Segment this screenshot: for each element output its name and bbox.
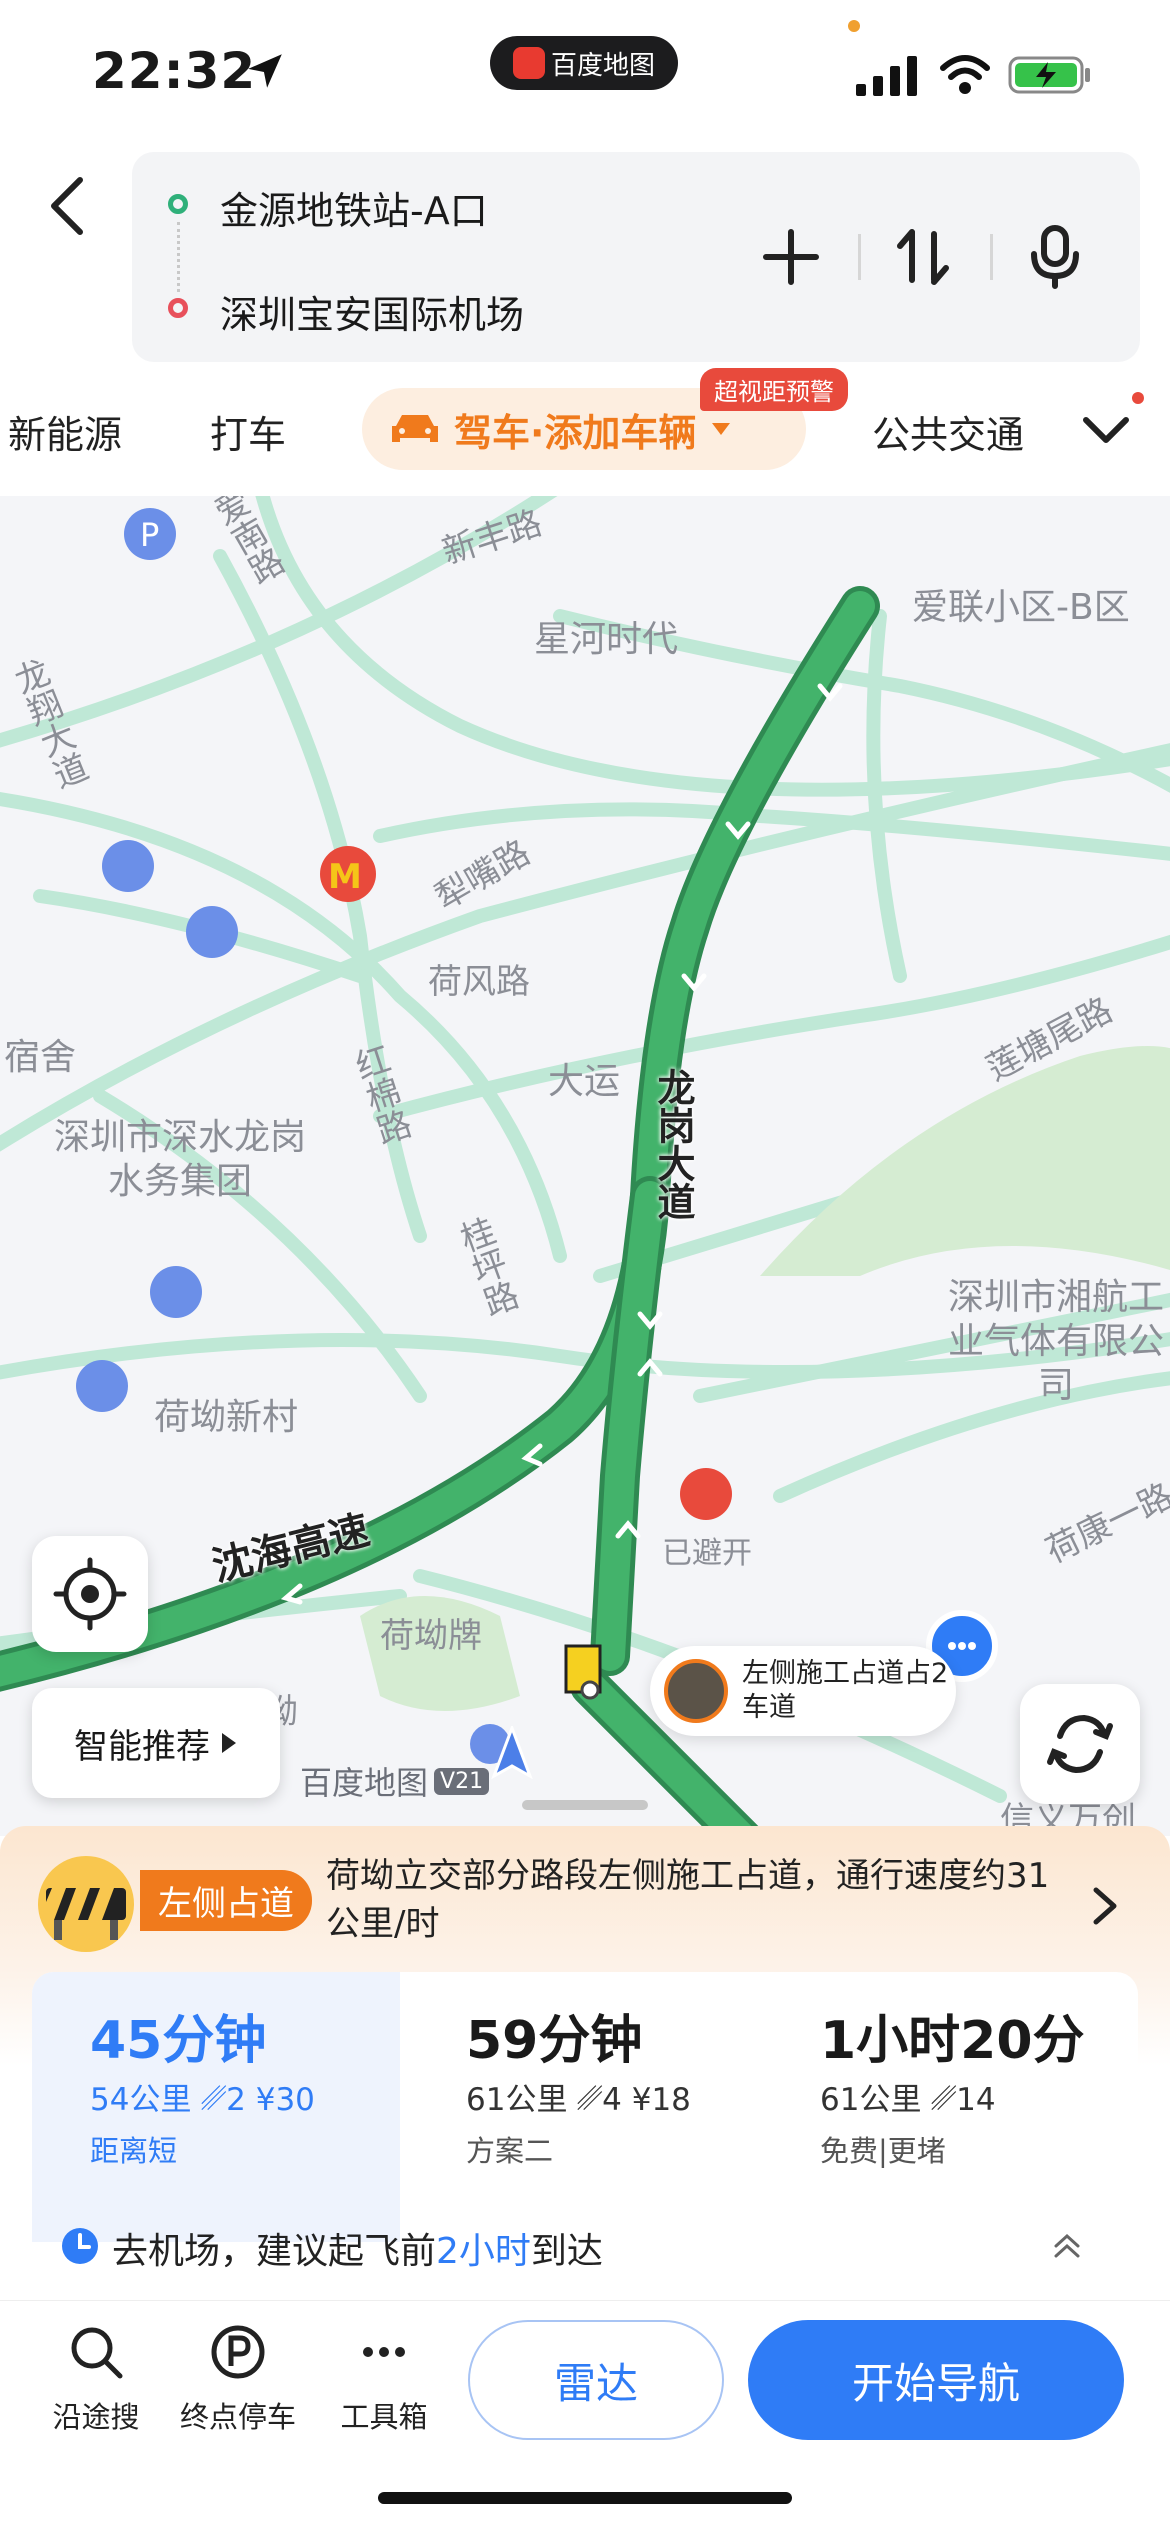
search-along-label: 沿途搜 [52,2400,140,2434]
construction-bubble-text: 左侧施工占道占2车道 [742,1658,949,1723]
plan-3-meta: 61公里 ␥14 [820,2074,996,2119]
divider [858,234,861,280]
parking-icon [211,2325,265,2379]
map-label-xinghe: 星河时代 [534,619,679,660]
clock-icon [62,2228,98,2264]
radar-button[interactable]: 雷达 [468,2320,724,2440]
back-arrow-icon[interactable] [46,174,90,238]
plan-2-tag: 方案二 [466,2134,554,2168]
map-label-longgang-ave: 龙岗大道 [651,1068,695,1220]
end-location[interactable]: 深圳宝安国际机场 [220,284,524,339]
map-watermark: 百度地图 V21 [300,1758,490,1804]
divider [990,234,993,280]
cellular-signal-icon [856,56,917,96]
plan-1-fee: ¥30 [255,2082,315,2118]
tab-public-transit[interactable]: 公共交通 [872,404,1024,459]
crosshair-icon [53,1557,127,1631]
roadblock-warning-icon [38,1856,134,1952]
refresh-route-button[interactable] [1020,1684,1140,1804]
chevron-up-double-icon[interactable] [1050,2232,1084,2260]
svg-text:P: P [140,516,159,554]
privacy-indicator-dot [848,20,860,32]
search-icon [71,2327,123,2379]
traffic-light-icon: ␥ [577,2082,603,2118]
plan-2-meta: 61公里 ␥4 ¥18 [466,2074,691,2119]
map-label-dayun: 大运 [548,1061,621,1102]
map-label-heao-village: 荷坳新村 [154,1397,299,1438]
battery-charging-icon [1008,56,1090,94]
map-label-xianghang-gas: 深圳市湘航工业气体有限公司 [947,1277,1164,1406]
plan-3-distance: 61公里 [820,2082,922,2118]
construction-alert-bubble[interactable]: 左侧施工占道占2车道 [650,1646,956,1736]
plan-1-lights: 2 [226,2082,246,2118]
microphone-icon[interactable] [1020,222,1090,292]
tab-drive-label: 驾车·添加车辆 [454,410,697,455]
plan-3-lights: 14 [956,2082,996,2118]
chevron-right-icon[interactable] [1090,1884,1120,1928]
construction-alert-text[interactable]: 荷坳立交部分路段左侧施工占道，通行速度约31公里/时 [326,1852,1066,1948]
plan-2-distance: 61公里 [466,2082,568,2118]
locate-me-button[interactable] [32,1536,148,1652]
smart-recommend-label: 智能推荐 [74,1726,210,1767]
toolbox-label: 工具箱 [340,2400,428,2434]
map-label-avoided: 已避开 [662,1536,752,1571]
toolbox-button[interactable]: 工具箱 [324,2320,444,2436]
swap-route-icon[interactable] [888,222,958,292]
refresh-icon [1047,1714,1113,1774]
car-icon [392,415,438,442]
map-label-hefeng-road: 荷风路 [428,962,530,1002]
map-label-heao-sign: 荷坳牌 [380,1616,482,1656]
watermark-text: 百度地图 [300,1764,429,1802]
app-name: 百度地图 [550,50,655,81]
start-navigation-button[interactable]: 开始导航 [748,2320,1124,2440]
chevron-down-icon[interactable] [1080,410,1132,450]
watermark-version: V21 [434,1767,490,1795]
map-label-ailian: 爱联小区-B区 [912,587,1130,628]
tab-new-energy[interactable]: 新能源 [8,404,122,459]
plan-2-duration[interactable]: 59分钟 [466,1998,642,2073]
start-point-icon [168,194,188,214]
tip-prefix: 去机场，建议起飞前 [112,2231,437,2272]
plan-1-distance: 54公里 [90,2082,192,2118]
beyond-sight-warning-badge: 超视距预警 [700,368,848,411]
route-connector-line [177,222,182,292]
end-parking-label: 终点停车 [179,2400,296,2434]
plan-1-tag: 距离短 [90,2134,178,2168]
map-label-dorm: 宿舍 [4,1037,77,1078]
compass-navigation-icon[interactable] [490,1726,534,1780]
plan-1-duration[interactable]: 45分钟 [90,1998,266,2073]
end-point-icon [168,298,188,318]
wifi-icon [940,55,990,94]
add-waypoint-plus-icon[interactable] [756,222,826,292]
svg-text:M: M [328,857,362,897]
plan-1-meta: 54公里 ␥2 ¥30 [90,2074,315,2119]
notification-dot [1132,392,1144,404]
home-indicator[interactable] [378,2492,792,2504]
airport-tip: 去机场，建议起飞前2小时到达 [112,2222,603,2274]
end-parking-button[interactable]: 终点停车 [178,2320,298,2436]
lane-occupied-tag: 左侧占道 [140,1870,312,1931]
tab-taxi[interactable]: 打车 [210,404,286,459]
more-dots-icon [363,2347,405,2357]
play-triangle-icon [222,1733,236,1753]
traffic-light-icon: ␥ [201,2082,227,2118]
plan-3-tag: 免费|更堵 [820,2134,946,2168]
smart-recommend-button[interactable]: 智能推荐 [32,1688,280,1798]
plan-2-fee: ¥18 [631,2082,691,2118]
dropdown-caret-icon [712,423,731,435]
sheet-drag-handle[interactable] [522,1800,648,1810]
tip-suffix: 到达 [530,2231,603,2272]
plan-3-duration[interactable]: 1小时20分 [820,1998,1085,2073]
traffic-light-icon: ␥ [931,2082,957,2118]
construction-photo-thumbnail [664,1659,728,1723]
app-indicator-pill[interactable]: 百度地图 [490,36,678,90]
location-arrow-icon [248,54,282,88]
map-label-water-group: 深圳市深水龙岗水务集团 [53,1117,306,1202]
status-time: 22:32 [92,42,257,100]
plan-2-lights: 4 [602,2082,622,2118]
start-location[interactable]: 金源地铁站-A口 [220,180,488,235]
tip-highlight: 2小时 [436,2231,531,2272]
search-along-route-button[interactable]: 沿途搜 [36,2320,156,2436]
baidu-map-logo-icon [512,47,545,79]
